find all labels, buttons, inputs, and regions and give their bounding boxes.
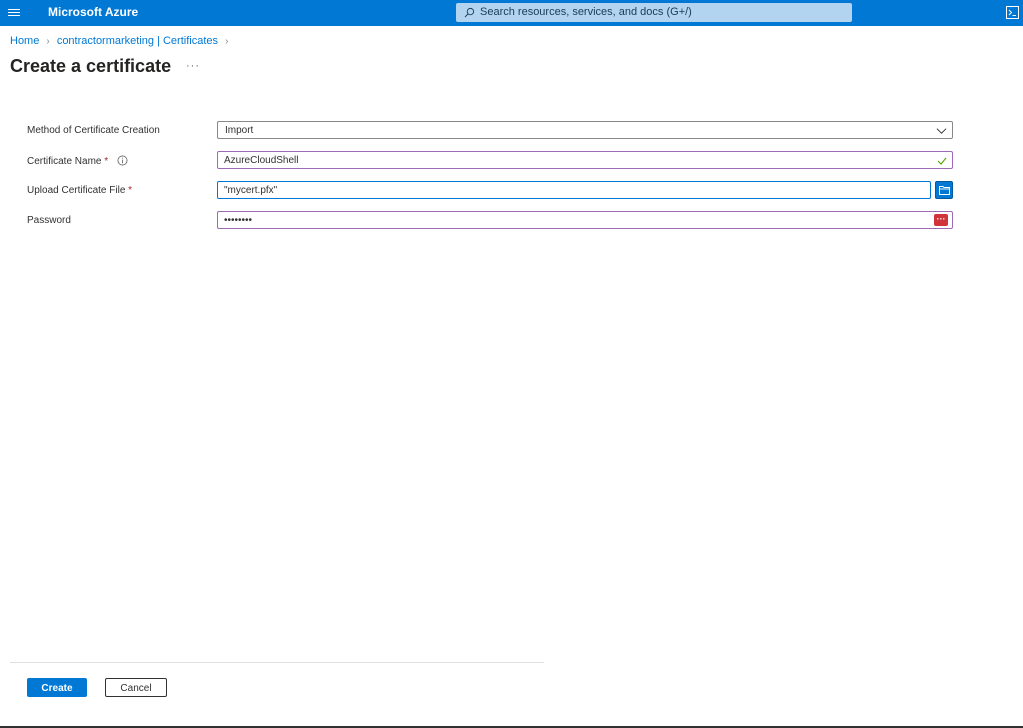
footer-divider xyxy=(10,662,544,663)
cloud-shell-icon[interactable] xyxy=(1006,6,1019,19)
password-manager-icon[interactable]: ··· xyxy=(934,214,948,226)
breadcrumb-certificates[interactable]: contractormarketing | Certificates xyxy=(57,35,218,47)
folder-icon xyxy=(939,186,950,195)
chevron-down-icon xyxy=(936,128,947,134)
certificate-name-label: Certificate Name * xyxy=(27,155,128,167)
breadcrumb-home[interactable]: Home xyxy=(10,35,39,47)
method-label: Method of Certificate Creation xyxy=(27,125,160,136)
create-button[interactable]: Create xyxy=(27,678,87,697)
browse-file-button[interactable] xyxy=(935,181,953,199)
cancel-button[interactable]: Cancel xyxy=(105,678,167,697)
checkmark-icon xyxy=(937,157,947,165)
password-label-text: Password xyxy=(27,215,71,226)
required-marker: * xyxy=(128,185,133,196)
search-placeholder: Search resources, services, and docs (G+… xyxy=(480,6,692,18)
more-options-icon[interactable]: ··· xyxy=(186,60,200,72)
certificate-name-input[interactable] xyxy=(224,153,904,167)
global-search-input[interactable]: Search resources, services, and docs (G+… xyxy=(456,3,852,22)
method-select[interactable]: Import xyxy=(217,121,953,139)
password-field[interactable]: ··· xyxy=(217,211,953,229)
hamburger-icon[interactable] xyxy=(8,6,22,20)
info-icon[interactable] xyxy=(117,155,128,166)
breadcrumb: Home › contractormarketing | Certificate… xyxy=(10,35,232,47)
method-label-text: Method of Certificate Creation xyxy=(27,125,160,136)
upload-file-field[interactable] xyxy=(217,181,931,199)
required-marker: * xyxy=(104,156,109,167)
upload-label: Upload Certificate File * xyxy=(27,185,132,196)
chevron-right-icon: › xyxy=(46,36,50,47)
page-title: Create a certificate xyxy=(10,56,172,76)
method-value: Import xyxy=(225,125,254,136)
search-icon xyxy=(464,7,475,18)
certificate-name-label-text: Certificate Name xyxy=(27,156,102,167)
top-bar: Microsoft Azure Search resources, servic… xyxy=(0,0,1023,26)
chevron-right-icon: › xyxy=(225,36,229,47)
password-input[interactable] xyxy=(224,213,904,227)
certificate-name-field[interactable] xyxy=(217,151,953,169)
brand-title[interactable]: Microsoft Azure xyxy=(48,5,138,19)
upload-label-text: Upload Certificate File xyxy=(27,185,126,196)
upload-file-input[interactable] xyxy=(224,183,904,197)
password-label: Password xyxy=(27,215,71,226)
